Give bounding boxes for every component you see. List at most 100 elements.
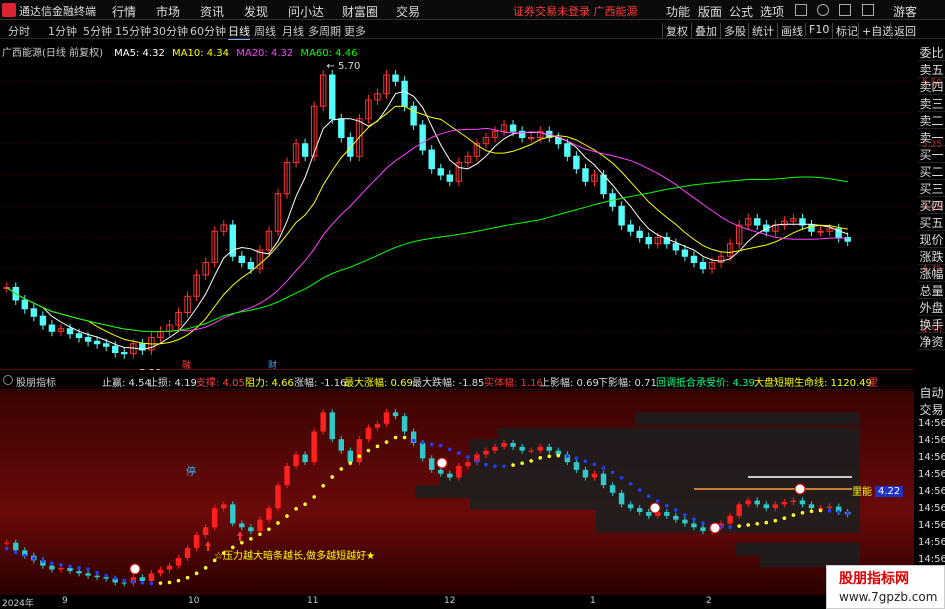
trend-dot <box>818 508 823 513</box>
time-label: 11 <box>307 596 319 606</box>
trade-item[interactable]: 14:56 <box>918 469 945 486</box>
side-item[interactable]: 买五 <box>918 214 945 231</box>
sub-candle <box>754 500 760 505</box>
monitor-icon[interactable] <box>795 4 807 16</box>
side-item[interactable]: 卖三 <box>918 95 945 112</box>
menu-options[interactable]: 选项 <box>760 3 784 20</box>
period-tab-multi[interactable]: 多周期 <box>308 23 341 39</box>
guest-label[interactable]: 游客 <box>893 3 917 20</box>
gear-icon[interactable] <box>817 4 829 16</box>
ma10-value: MA10: 4.34 <box>172 48 230 59</box>
buy-marker-icon <box>709 522 721 534</box>
trend-dot <box>167 580 172 585</box>
f10-button[interactable]: F10 <box>805 23 832 36</box>
side-item[interactable]: 卖四 <box>918 78 945 95</box>
sub-candle <box>302 454 308 463</box>
login-warning: 证券交易未登录 广西能源 <box>513 5 638 18</box>
menu-discover[interactable]: 发现 <box>244 3 268 20</box>
trade-item[interactable]: 14:56 <box>918 452 945 469</box>
menu-ask[interactable]: 问小达 <box>288 3 324 20</box>
multi-stock-button[interactable]: 多股 <box>720 23 749 39</box>
period-tab-5min[interactable]: 5分钟 <box>83 23 112 39</box>
indicator-chart-area[interactable]: ☆压力越大暗条越长,做多越短越好★ 停 里能 4.22 <box>0 391 914 595</box>
menu-markets[interactable]: 市场 <box>156 3 180 20</box>
draw-button[interactable]: 画线 <box>777 23 806 39</box>
trade-item[interactable]: 交易 <box>918 401 945 418</box>
overlay-button[interactable]: 叠加 <box>691 23 720 39</box>
indicator-name[interactable]: 股朋指标 <box>16 374 56 389</box>
sub-candle <box>85 573 91 576</box>
side-item[interactable]: 总量 <box>918 282 945 299</box>
side-item[interactable]: 涨幅 <box>918 265 945 282</box>
period-tab-60min[interactable]: 60分钟 <box>190 23 226 39</box>
buy-marker-icon <box>436 457 448 469</box>
period-tab-more[interactable]: 更多 <box>344 23 366 39</box>
period-tab-30min[interactable]: 30分钟 <box>152 23 188 39</box>
trend-dot <box>77 566 81 570</box>
side-item[interactable]: 涨跌 <box>918 248 945 265</box>
candle-body <box>121 352 128 355</box>
window-icon[interactable] <box>839 4 851 16</box>
period-tab-weekly[interactable]: 周线 <box>254 23 276 39</box>
trend-dot <box>194 571 199 576</box>
period-toolbar: 分时 1分钟 5分钟 15分钟 30分钟 60分钟 日线 周线 月线 多周期 更… <box>0 21 945 41</box>
stats-button[interactable]: 统计 <box>748 23 777 39</box>
sub-candle <box>763 504 769 509</box>
candle-body <box>338 118 345 138</box>
trade-item[interactable]: 14:56 <box>918 520 945 537</box>
trade-item[interactable]: 14:56 <box>918 503 945 520</box>
trend-dot <box>339 467 344 471</box>
period-tab-1min[interactable]: 1分钟 <box>48 23 77 39</box>
trade-item[interactable]: 14:56 <box>918 435 945 452</box>
period-tab-daily[interactable]: 日线 <box>228 23 250 41</box>
trade-item[interactable]: 14:56 <box>918 486 945 503</box>
trend-dot <box>547 454 552 459</box>
period-tab-timeshare[interactable]: 分时 <box>8 23 30 39</box>
side-item[interactable]: 卖五 <box>918 61 945 78</box>
side-item[interactable]: 换手 <box>918 316 945 333</box>
lock-icon[interactable] <box>862 4 874 16</box>
side-item[interactable]: 买一 <box>918 146 945 163</box>
side-item[interactable]: 现价 <box>918 231 945 248</box>
trend-dot <box>438 443 443 448</box>
menu-news[interactable]: 资讯 <box>200 3 224 20</box>
trend-dot <box>665 503 669 508</box>
side-item[interactable]: 买二 <box>918 163 945 180</box>
menu-market[interactable]: 行情 <box>112 3 136 20</box>
side-item[interactable]: 卖一 <box>918 129 945 146</box>
trade-item[interactable]: 14:56 <box>918 418 945 435</box>
candle-body <box>582 168 589 182</box>
trade-item[interactable]: 自动 <box>918 384 945 401</box>
trade-item[interactable]: 14:56 <box>918 537 945 554</box>
side-item[interactable]: 买三 <box>918 180 945 197</box>
period-tab-15min[interactable]: 15分钟 <box>115 23 151 39</box>
trend-dot <box>619 475 624 480</box>
trade-side-panel: 自动 交易 14:56 14:56 14:56 14:56 14:56 14:56 14:56 1… <box>918 384 945 588</box>
side-item[interactable]: 卖二 <box>918 112 945 129</box>
menu-layout[interactable]: 版面 <box>698 3 722 20</box>
menu-function[interactable]: 功能 <box>666 3 690 20</box>
sub-candle <box>781 502 788 505</box>
adjust-button[interactable]: 复权 <box>662 23 691 39</box>
menu-formula[interactable]: 公式 <box>729 3 753 20</box>
mark-button[interactable]: 标记 <box>832 23 861 39</box>
pressure-bar <box>735 542 860 556</box>
kline-chart-area[interactable]: ← 5.70 ← 3.28 融 财 <box>0 40 914 379</box>
back-button[interactable]: 返回 <box>890 23 919 39</box>
trend-dot <box>22 553 27 558</box>
period-tab-monthly[interactable]: 月线 <box>282 23 304 39</box>
sub-candle <box>157 569 164 574</box>
side-item[interactable]: 外盘 <box>918 299 945 316</box>
trend-dot <box>646 494 651 498</box>
candle-body <box>75 333 83 338</box>
menu-trade[interactable]: 交易 <box>396 3 420 20</box>
trend-dot <box>393 435 398 440</box>
trend-dot <box>637 488 642 492</box>
trend-dot <box>59 563 63 567</box>
menu-wealth[interactable]: 财富圈 <box>342 3 378 20</box>
indicator-settings-icon[interactable] <box>3 375 13 385</box>
side-item[interactable]: 买四 <box>918 197 945 214</box>
side-item[interactable]: 净资 <box>918 333 945 350</box>
side-item[interactable]: 委比 <box>918 44 945 61</box>
sub-candle <box>501 443 507 447</box>
